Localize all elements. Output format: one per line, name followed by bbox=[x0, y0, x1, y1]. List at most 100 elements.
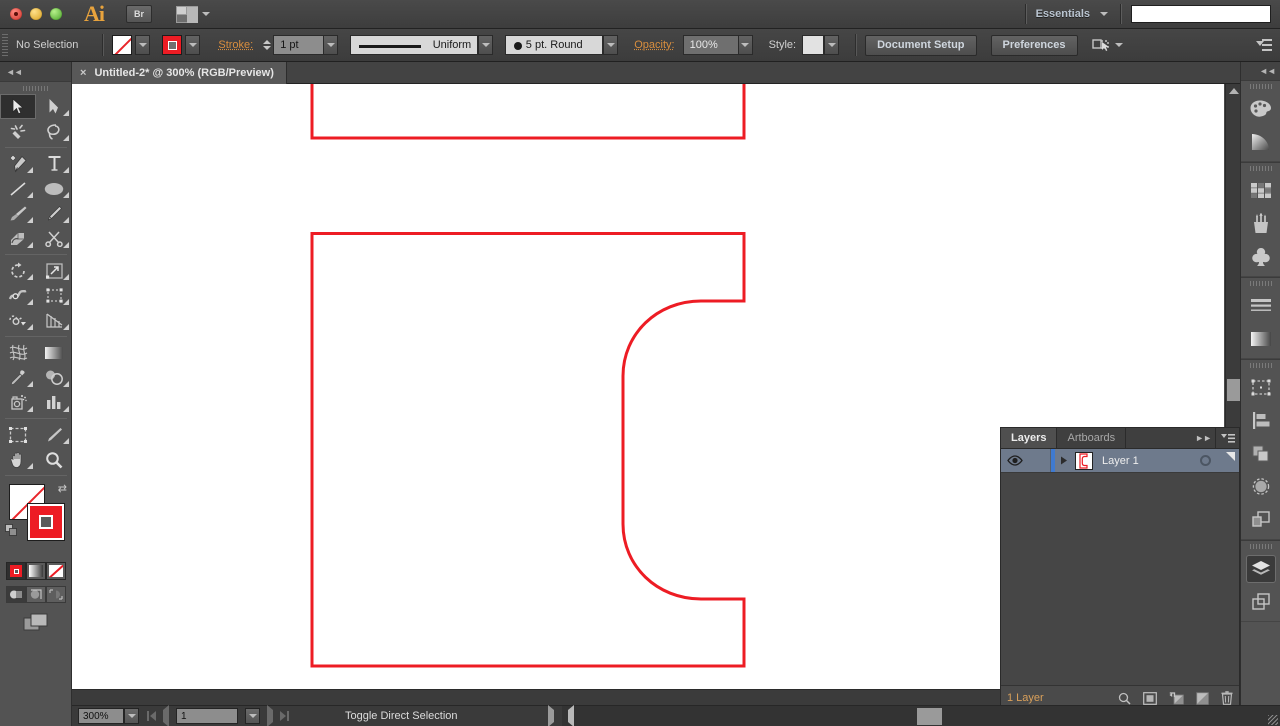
swap-fill-stroke-icon[interactable]: ⇄ bbox=[58, 482, 67, 495]
stroke-profile-value[interactable]: Uniform bbox=[350, 35, 478, 55]
pen-tool[interactable] bbox=[0, 151, 36, 176]
gradient-panel-icon[interactable] bbox=[1241, 322, 1280, 355]
width-tool[interactable] bbox=[0, 283, 36, 308]
color-guide-panel-icon[interactable] bbox=[1241, 125, 1280, 158]
fill-dropdown-button[interactable] bbox=[135, 35, 150, 55]
maximize-window-button[interactable] bbox=[50, 8, 62, 20]
default-fill-stroke-icon[interactable] bbox=[5, 524, 18, 537]
layer-name[interactable]: Layer 1 bbox=[1102, 455, 1139, 467]
brush-definition-value[interactable]: 5 pt. Round bbox=[505, 35, 603, 55]
eraser-scissors-tool[interactable] bbox=[36, 226, 72, 251]
zoom-level-value[interactable]: 300% bbox=[78, 708, 124, 724]
disclosure-triangle-icon[interactable] bbox=[1055, 456, 1073, 465]
collapse-dock-icon[interactable]: ◄◄ bbox=[1259, 66, 1275, 76]
lasso-tool[interactable] bbox=[36, 119, 72, 144]
zoom-control[interactable]: 300% bbox=[78, 708, 139, 724]
close-icon[interactable]: × bbox=[80, 68, 86, 79]
symbols-panel-icon[interactable] bbox=[1241, 240, 1280, 273]
layer-lock-toggle[interactable] bbox=[1029, 449, 1051, 472]
stroke-weight-stepper[interactable] bbox=[261, 35, 273, 55]
appearance-panel-icon[interactable] bbox=[1241, 503, 1280, 536]
pathfinder-panel-icon[interactable] bbox=[1241, 437, 1280, 470]
document-setup-button[interactable]: Document Setup bbox=[865, 35, 976, 56]
align-panel-icon[interactable] bbox=[1241, 404, 1280, 437]
panel-menu-icon[interactable] bbox=[1215, 428, 1239, 448]
panel-menu-icon[interactable] bbox=[1256, 38, 1272, 52]
graphic-style-control[interactable] bbox=[802, 35, 839, 55]
make-clipping-mask-icon[interactable] bbox=[1143, 692, 1157, 705]
expand-panel-icon[interactable]: ►► bbox=[1195, 428, 1215, 448]
fill-color-control[interactable] bbox=[112, 35, 150, 55]
opacity-value[interactable]: 100% bbox=[683, 35, 738, 55]
opacity-dropdown[interactable] bbox=[738, 35, 753, 55]
layers-panel-icon[interactable] bbox=[1241, 552, 1280, 585]
stroke-color-box[interactable] bbox=[28, 504, 64, 540]
status-menu-arrow-icon[interactable] bbox=[548, 710, 554, 722]
pencil-tool[interactable] bbox=[36, 201, 72, 226]
dock-group-grip[interactable] bbox=[1241, 163, 1280, 174]
brush-definition-dropdown[interactable] bbox=[603, 35, 618, 55]
bridge-button[interactable]: Br bbox=[126, 5, 152, 23]
draw-inside-mode-button[interactable] bbox=[46, 586, 66, 603]
target-circle-icon[interactable] bbox=[1200, 455, 1211, 466]
draw-normal-mode-button[interactable] bbox=[6, 586, 26, 603]
collapse-panel-icon[interactable]: ◄◄ bbox=[6, 67, 22, 77]
table-row[interactable]: Layer 1 bbox=[1001, 449, 1239, 473]
artboard-number-value[interactable]: 1 bbox=[176, 708, 238, 724]
graphic-style-dropdown[interactable] bbox=[824, 35, 839, 55]
stroke-color-control[interactable] bbox=[162, 35, 200, 55]
swatches-panel-icon[interactable] bbox=[1241, 174, 1280, 207]
preferences-button[interactable]: Preferences bbox=[991, 35, 1078, 56]
dock-group-grip[interactable] bbox=[1241, 278, 1280, 289]
horizontal-scrollbar[interactable] bbox=[562, 706, 1280, 726]
artboard-dropdown-button[interactable] bbox=[245, 708, 260, 724]
scroll-up-icon[interactable] bbox=[1229, 88, 1239, 94]
rotate-tool[interactable] bbox=[0, 258, 36, 283]
brushes-panel-icon[interactable] bbox=[1241, 207, 1280, 240]
select-similar-button[interactable] bbox=[1092, 38, 1123, 52]
zoom-tool[interactable] bbox=[36, 447, 72, 472]
delete-selection-icon[interactable] bbox=[1221, 691, 1233, 705]
fill-swatch[interactable] bbox=[112, 35, 132, 55]
screen-mode-button[interactable] bbox=[0, 613, 71, 632]
graphic-style-swatch[interactable] bbox=[802, 35, 824, 55]
window-resize-grip[interactable] bbox=[1268, 715, 1278, 725]
magic-wand-tool[interactable] bbox=[0, 119, 36, 144]
blob-brush-tool[interactable] bbox=[0, 226, 36, 251]
close-window-button[interactable] bbox=[10, 8, 22, 20]
zoom-dropdown-button[interactable] bbox=[124, 708, 139, 724]
blend-tool[interactable] bbox=[36, 365, 72, 390]
draw-behind-mode-button[interactable] bbox=[26, 586, 46, 603]
column-graph-tool[interactable] bbox=[36, 390, 72, 415]
slice-tool[interactable] bbox=[36, 422, 72, 447]
dock-group-grip[interactable] bbox=[1241, 541, 1280, 552]
free-transform-tool[interactable] bbox=[36, 283, 72, 308]
gradient-mode-button[interactable] bbox=[26, 562, 46, 580]
hand-tool[interactable] bbox=[0, 447, 36, 472]
opacity-label[interactable]: Opacity: bbox=[634, 39, 674, 51]
stroke-profile-control[interactable]: Uniform bbox=[350, 35, 493, 55]
dock-header[interactable]: ◄◄ bbox=[1241, 62, 1280, 80]
transform-panel-icon[interactable] bbox=[1241, 371, 1280, 404]
top-rectangle-clipped[interactable] bbox=[312, 84, 744, 138]
type-tool[interactable] bbox=[36, 151, 72, 176]
previous-artboard-icon[interactable] bbox=[163, 710, 169, 722]
scale-tool[interactable] bbox=[36, 258, 72, 283]
stroke-weight-dropdown[interactable] bbox=[323, 35, 338, 55]
search-input[interactable] bbox=[1131, 5, 1271, 23]
direct-selection-tool[interactable] bbox=[36, 94, 72, 119]
dock-group-grip[interactable] bbox=[1241, 81, 1280, 92]
layers-list[interactable]: Layer 1 bbox=[1001, 449, 1239, 685]
horizontal-scroll-thumb[interactable] bbox=[917, 708, 942, 725]
line-segment-tool[interactable] bbox=[0, 176, 36, 201]
stroke-weight-control[interactable]: 1 pt bbox=[261, 35, 338, 55]
color-swatch-mode-button[interactable] bbox=[6, 562, 26, 580]
create-new-sublayer-icon[interactable] bbox=[1169, 692, 1184, 705]
vertical-scroll-thumb[interactable] bbox=[1227, 379, 1240, 401]
control-bar-grip[interactable] bbox=[2, 34, 8, 57]
perspective-grid-tool[interactable] bbox=[36, 308, 72, 333]
stroke-label[interactable]: Stroke: bbox=[218, 39, 253, 51]
workspace-switcher[interactable]: Essentials bbox=[1026, 8, 1100, 20]
document-tab[interactable]: × Untitled-2* @ 300% (RGB/Preview) bbox=[72, 62, 287, 84]
shape-builder-tool[interactable] bbox=[0, 308, 36, 333]
